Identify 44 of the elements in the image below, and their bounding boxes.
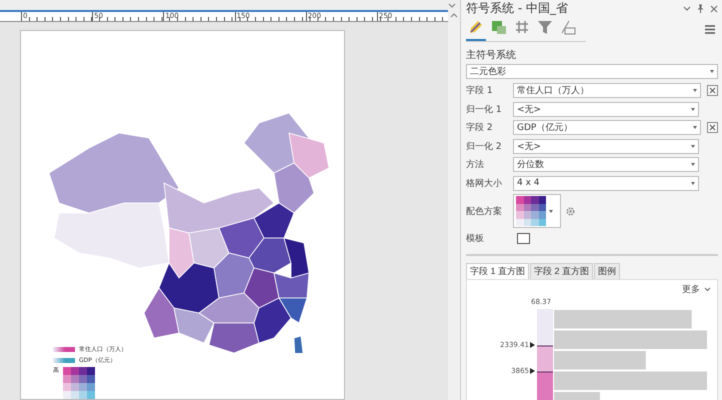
class-color-band [537, 346, 553, 372]
pane-title: 符号系统 - 中国_省 [466, 0, 568, 17]
field-label: 模板 [466, 232, 485, 245]
field-label: 字段 1 [466, 84, 494, 97]
dropdown-field[interactable]: 分位数 [513, 157, 699, 172]
dropdown-field[interactable]: <无> [513, 138, 699, 154]
section-heading: 主符号系统 [466, 48, 517, 62]
class-break-line [537, 345, 554, 346]
checkbox[interactable] [517, 233, 530, 244]
tab[interactable]: 图例 [594, 262, 620, 278]
field-label: 方法 [466, 158, 485, 171]
field-label: 格网大小 [466, 178, 503, 190]
menu-icon[interactable] [705, 25, 715, 34]
splitter-handle[interactable] [466, 254, 718, 256]
histogram-bar [554, 392, 600, 400]
field-label: 配色方案 [466, 205, 503, 218]
field-label: 归一化 1 [466, 104, 503, 116]
chevron-down-icon[interactable] [448, 3, 456, 8]
chevron-down-icon[interactable] [683, 6, 691, 12]
field-label: 字段 2 [466, 122, 494, 134]
dropdown-field[interactable]: 4 x 4 [513, 176, 699, 190]
pointer-icon [530, 342, 535, 348]
more-button[interactable]: 更多 [682, 282, 711, 296]
symbology-type-dropdown[interactable]: 二元色彩 [466, 64, 718, 79]
tab[interactable]: 字段 2 直方图 [530, 262, 594, 278]
clear-button[interactable] [707, 122, 718, 133]
class-break-line [537, 371, 554, 372]
dropdown-field[interactable]: <无> [513, 102, 699, 116]
clear-button[interactable] [707, 85, 718, 96]
chevron-up-icon[interactable] [450, 13, 458, 18]
field-label: 归一化 2 [466, 140, 503, 152]
dropdown-field[interactable]: 常住人口（万人） [513, 83, 701, 98]
vertical-scrollbar[interactable] [448, 9, 460, 400]
close-icon[interactable] [710, 4, 718, 12]
class-color-band [537, 372, 553, 400]
color-scheme-picker[interactable] [513, 194, 561, 228]
gear-icon[interactable] [565, 206, 576, 216]
pointer-icon [530, 368, 535, 374]
chevron-down-icon [704, 286, 711, 292]
tab[interactable]: 字段 1 直方图 [466, 262, 530, 278]
dropdown-field[interactable]: GDP（亿元） [513, 120, 701, 135]
legend-color-grid [63, 367, 95, 399]
pin-icon[interactable] [697, 4, 704, 13]
class-color-band [537, 308, 553, 346]
